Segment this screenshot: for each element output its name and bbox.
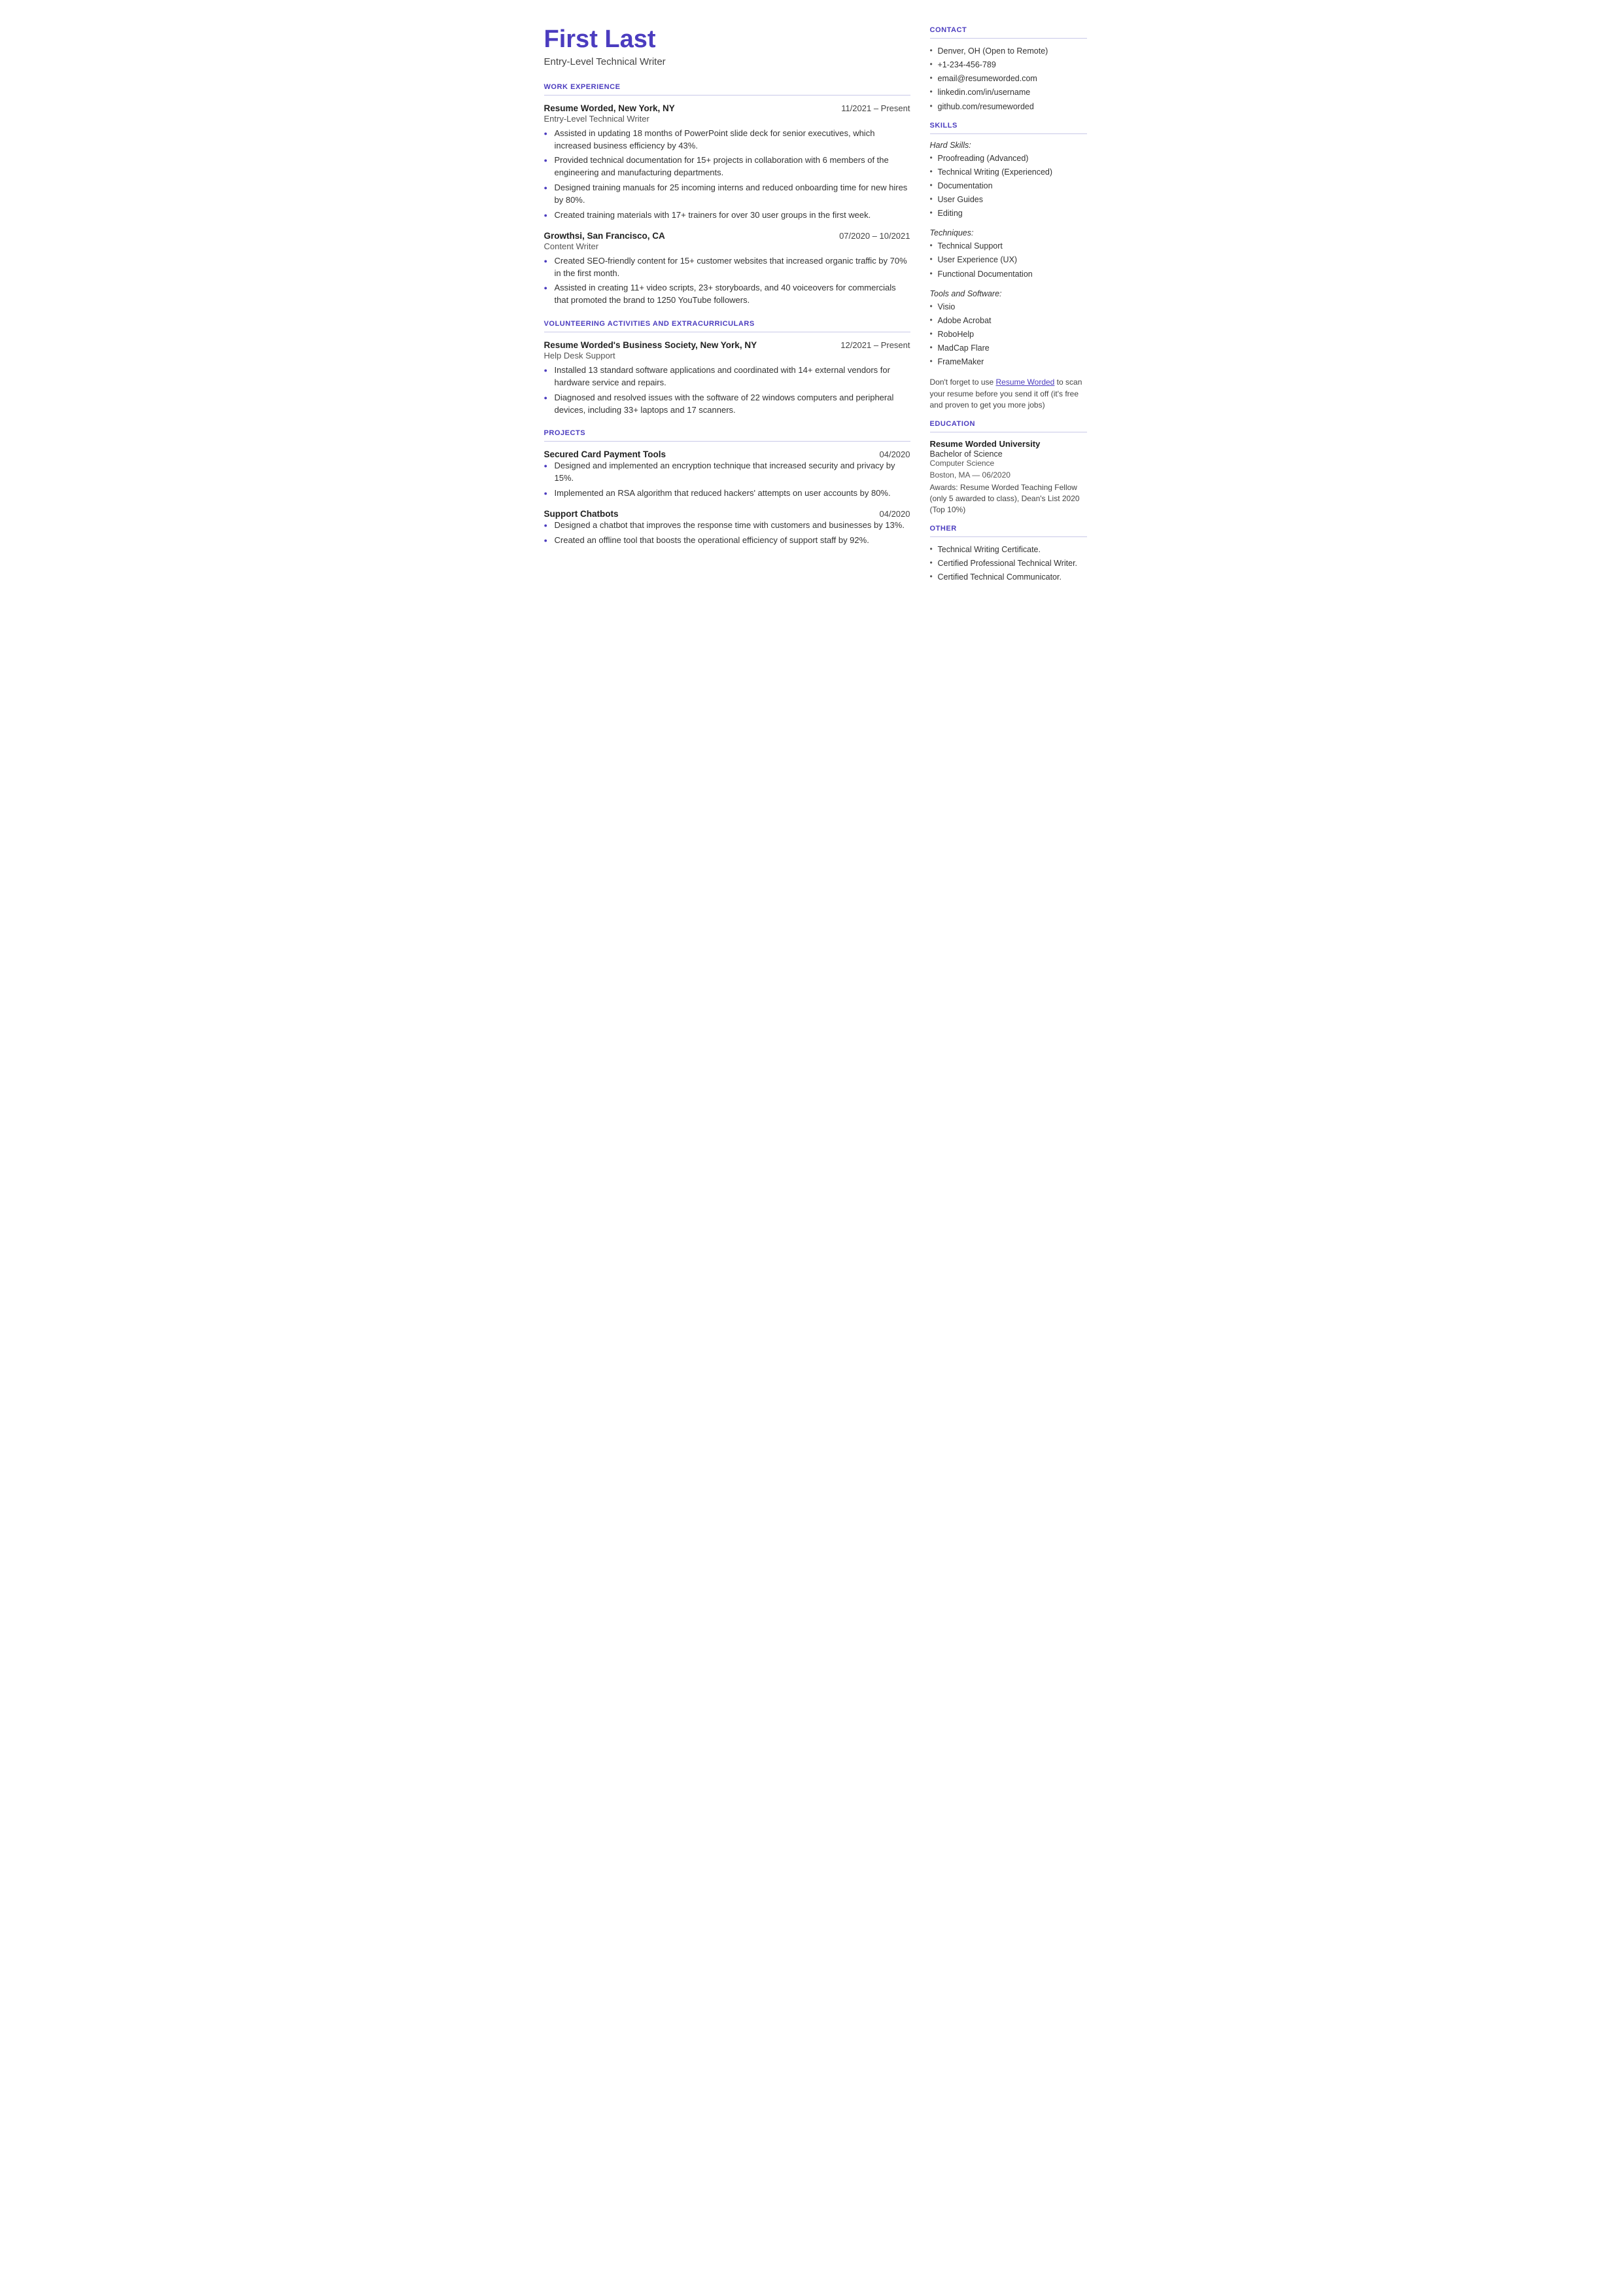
- tool-item: FrameMaker: [930, 356, 1087, 368]
- contact-item: email@resumeworded.com: [930, 73, 1087, 84]
- skills-note: Don't forget to use Resume Worded to sca…: [930, 377, 1087, 411]
- contact-item: github.com/resumeworded: [930, 101, 1087, 113]
- work-experience-heading: WORK EXPERIENCE: [544, 83, 910, 91]
- technique-item: Technical Support: [930, 240, 1087, 252]
- hard-skill-item: Editing: [930, 207, 1087, 219]
- work-job-1: Growthsi, San Francisco, CA 07/2020 – 10/…: [544, 231, 910, 307]
- other-item: Certified Professional Technical Writer.: [930, 557, 1087, 569]
- skills-heading: SKILLS: [930, 122, 1087, 130]
- hard-skill-item: Documentation: [930, 180, 1087, 192]
- note-pre: Don't forget to use: [930, 377, 996, 387]
- tool-item: RoboHelp: [930, 328, 1087, 340]
- technique-item: User Experience (UX): [930, 254, 1087, 266]
- name: First Last: [544, 26, 910, 54]
- techniques-label: Techniques:: [930, 228, 1087, 237]
- work-job-0: Resume Worded, New York, NY 11/2021 – Pre…: [544, 103, 910, 222]
- vol-dates-0: 12/2021 – Present: [840, 340, 910, 350]
- right-column: CONTACT Denver, OH (Open to Remote) +1-23…: [930, 26, 1087, 592]
- bullet-item: Designed a chatbot that improves the res…: [544, 519, 910, 532]
- tool-item: Adobe Acrobat: [930, 315, 1087, 326]
- techniques-list: Technical Support User Experience (UX) Fun…: [930, 240, 1087, 279]
- vol-company-0: Resume Worded's Business Society, New Yo…: [544, 340, 757, 350]
- left-column: First Last Entry-Level Technical Writer …: [544, 26, 910, 592]
- other-item: Certified Technical Communicator.: [930, 571, 1087, 583]
- project-1: Support Chatbots 04/2020Designed a chatbo…: [544, 509, 910, 547]
- bullet-item: Assisted in updating 18 months of PowerP…: [544, 128, 910, 152]
- project-date-1: 04/2020: [880, 509, 910, 519]
- bullet-item: Provided technical documentation for 15+…: [544, 154, 910, 179]
- project-name-0: Secured Card Payment Tools: [544, 449, 666, 459]
- edu-field: Computer Science: [930, 459, 1087, 468]
- resume-worded-link[interactable]: Resume Worded: [996, 377, 1055, 387]
- contact-item: +1-234-456-789: [930, 59, 1087, 71]
- education-heading: EDUCATION: [930, 420, 1087, 428]
- job-bullets-1: Created SEO-friendly content for 15+ cus…: [544, 255, 910, 307]
- contact-divider: [930, 38, 1087, 39]
- contact-item: Denver, OH (Open to Remote): [930, 45, 1087, 57]
- job-company-1: Growthsi, San Francisco, CA: [544, 231, 665, 241]
- hard-skills-label: Hard Skills:: [930, 141, 1087, 150]
- job-title-0: Entry-Level Technical Writer: [544, 114, 910, 124]
- job-bullets-0: Assisted in updating 18 months of PowerP…: [544, 128, 910, 222]
- vol-bullets-0: Installed 13 standard software applicati…: [544, 364, 910, 416]
- job-company-0: Resume Worded, New York, NY: [544, 103, 675, 113]
- technique-item: Functional Documentation: [930, 268, 1087, 280]
- bullet-item: Created an offline tool that boosts the …: [544, 534, 910, 547]
- volunteering-heading: VOLUNTEERING ACTIVITIES AND EXTRACURRICU…: [544, 320, 910, 328]
- job-dates-0: 11/2021 – Present: [841, 103, 910, 113]
- volunteering-jobs-container: Resume Worded's Business Society, New Yo…: [544, 340, 910, 416]
- project-bullets-1: Designed a chatbot that improves the res…: [544, 519, 910, 547]
- job-title-1: Content Writer: [544, 241, 910, 251]
- subtitle: Entry-Level Technical Writer: [544, 56, 910, 67]
- other-list: Technical Writing Certificate. Certified …: [930, 544, 1087, 583]
- bullet-item: Created SEO-friendly content for 15+ cus…: [544, 255, 910, 280]
- other-item: Technical Writing Certificate.: [930, 544, 1087, 555]
- project-name-1: Support Chatbots: [544, 509, 619, 519]
- skills-divider: [930, 133, 1087, 134]
- edu-location-date: Boston, MA — 06/2020: [930, 470, 1087, 480]
- project-0: Secured Card Payment Tools 04/2020Designe…: [544, 449, 910, 500]
- bullet-item: Assisted in creating 11+ video scripts, …: [544, 282, 910, 307]
- contact-list: Denver, OH (Open to Remote) +1-234-456-78…: [930, 45, 1087, 113]
- contact-heading: CONTACT: [930, 26, 1087, 34]
- project-bullets-0: Designed and implemented an encryption t…: [544, 460, 910, 500]
- hard-skill-item: Technical Writing (Experienced): [930, 166, 1087, 178]
- hard-skill-item: User Guides: [930, 194, 1087, 205]
- projects-container: Secured Card Payment Tools04/2020Designe…: [544, 449, 910, 546]
- bullet-item: Implemented an RSA algorithm that reduce…: [544, 487, 910, 500]
- vol-job-0: Resume Worded's Business Society, New Yo…: [544, 340, 910, 416]
- tools-list: Visio Adobe Acrobat RoboHelp MadCap Flare Fr…: [930, 301, 1087, 368]
- edu-school: Resume Worded University: [930, 439, 1087, 449]
- work-divider: [544, 95, 910, 96]
- work-jobs-container: Resume Worded, New York, NY 11/2021 – Pre…: [544, 103, 910, 307]
- bullet-item: Installed 13 standard software applicati…: [544, 364, 910, 389]
- tool-item: Visio: [930, 301, 1087, 313]
- tool-item: MadCap Flare: [930, 342, 1087, 354]
- vol-title-0: Help Desk Support: [544, 351, 910, 360]
- tools-label: Tools and Software:: [930, 289, 1087, 298]
- bullet-item: Diagnosed and resolved issues with the s…: [544, 392, 910, 417]
- edu-awards: Awards: Resume Worded Teaching Fellow (o…: [930, 482, 1087, 515]
- other-heading: OTHER: [930, 525, 1087, 533]
- bullet-item: Created training materials with 17+ trai…: [544, 209, 910, 222]
- hard-skill-item: Proofreading (Advanced): [930, 152, 1087, 164]
- contact-item: linkedin.com/in/username: [930, 86, 1087, 98]
- projects-divider: [544, 441, 910, 442]
- bullet-item: Designed training manuals for 25 incomin…: [544, 182, 910, 207]
- edu-degree: Bachelor of Science: [930, 449, 1087, 459]
- other-divider: [930, 536, 1087, 537]
- bullet-item: Designed and implemented an encryption t…: [544, 460, 910, 485]
- projects-heading: PROJECTS: [544, 429, 910, 437]
- project-date-0: 04/2020: [880, 449, 910, 459]
- job-dates-1: 07/2020 – 10/2021: [839, 231, 910, 241]
- hard-skills-list: Proofreading (Advanced) Technical Writing…: [930, 152, 1087, 220]
